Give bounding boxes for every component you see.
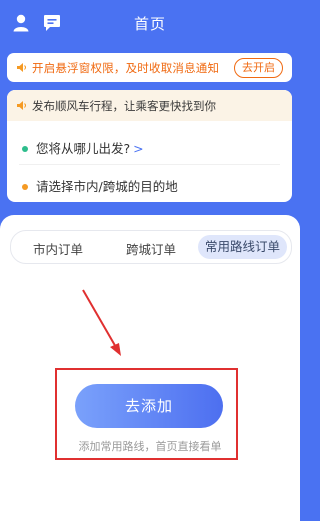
tab-city-orders[interactable]: 市内订单 bbox=[33, 239, 83, 258]
add-route-button[interactable]: 去添加 bbox=[75, 384, 223, 428]
enable-permission-button[interactable]: 去开启 bbox=[234, 58, 283, 78]
destination-dot-icon bbox=[22, 183, 28, 190]
destination-prompt: 请选择市内/跨城的目的地 bbox=[36, 179, 178, 194]
page-title: 首页 bbox=[133, 15, 166, 33]
destination-selector[interactable]: 请选择市内/跨城的目的地 bbox=[22, 176, 178, 195]
origin-prompt: 您将从哪儿出发? bbox=[36, 141, 131, 156]
speaker-icon bbox=[17, 101, 26, 110]
trip-card: 发布顺风车行程，让乘客更快找到你 您将从哪儿出发? > 请选择市内/跨城的目的地 bbox=[7, 90, 292, 202]
tab-intercity-orders[interactable]: 跨城订单 bbox=[126, 239, 176, 258]
permission-notice: 开启悬浮窗权限，及时收取消息通知 去开启 bbox=[7, 53, 292, 82]
trip-card-header-text: 发布顺风车行程，让乘客更快找到你 bbox=[32, 99, 216, 113]
divider bbox=[19, 164, 280, 165]
top-bar: 首页 bbox=[0, 0, 300, 48]
origin-dot-icon bbox=[22, 145, 28, 152]
order-tabs: 市内订单 跨城订单 常用路线订单 bbox=[10, 230, 292, 264]
tab-common-route-orders[interactable]: 常用路线订单 bbox=[197, 235, 287, 259]
origin-selector[interactable]: 您将从哪儿出发? > bbox=[22, 138, 144, 157]
notice-text: 开启悬浮窗权限，及时收取消息通知 bbox=[32, 61, 220, 75]
trip-card-header: 发布顺风车行程，让乘客更快找到你 bbox=[7, 90, 292, 121]
add-route-hint: 添加常用路线，首页直接看单 bbox=[78, 440, 222, 453]
chevron-right-icon: > bbox=[133, 141, 144, 156]
speaker-icon bbox=[17, 63, 26, 72]
